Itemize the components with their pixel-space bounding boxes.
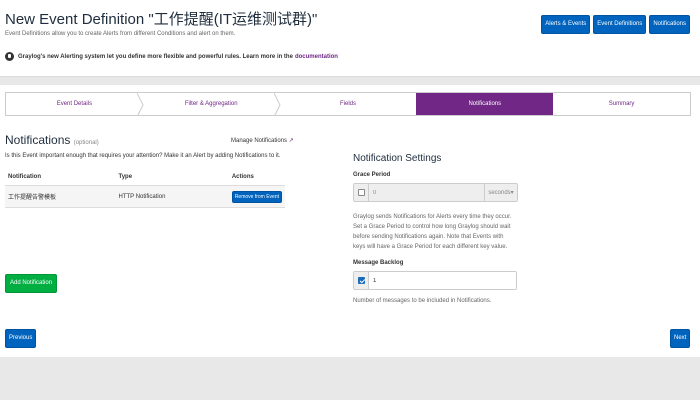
remove-from-event-button[interactable]: Remove from Event bbox=[231, 190, 282, 203]
notification-type: HTTP Notification bbox=[115, 185, 229, 208]
page-title: New Event Definition "工作提醒(IT运维测试群)" bbox=[5, 11, 318, 28]
notification-actions: Remove from Event bbox=[228, 185, 285, 208]
table-row: 工作提醒告警模板 HTTP Notification Remove from E… bbox=[5, 185, 285, 208]
wizard-step-label: Fields bbox=[339, 101, 356, 107]
next-button[interactable]: Next bbox=[670, 329, 691, 348]
wizard-step-filter-aggregation[interactable]: Filter & Aggregation bbox=[142, 93, 286, 115]
column-header-type: Type bbox=[118, 174, 133, 180]
manage-notifications-link[interactable]: Manage Notifications ↗ bbox=[231, 137, 294, 144]
notifications-description: Is this Event important enough that requ… bbox=[5, 153, 281, 159]
chevron-right-icon bbox=[547, 93, 554, 115]
grace-period-group: seconds ▾ bbox=[353, 183, 518, 202]
grace-period-label: Grace Period bbox=[353, 172, 391, 178]
notifications-button[interactable]: Notifications bbox=[649, 15, 690, 34]
page-subtitle: Event Definitions allow you to create Al… bbox=[5, 31, 236, 37]
chevron-right-icon bbox=[136, 93, 149, 115]
wizard-step-label: Event Details bbox=[56, 101, 93, 107]
message-backlog-help: Number of messages to be included in Not… bbox=[353, 298, 492, 304]
wizard-step-label: Filter & Aggregation bbox=[184, 101, 238, 107]
notifications-section: Notifications (optional) Manage Notifica… bbox=[5, 133, 294, 293]
wizard-step-fields[interactable]: Fields bbox=[279, 93, 417, 115]
wizard-steps: Event Details Filter & Aggregation Field… bbox=[5, 92, 691, 116]
grace-period-checkbox-addon bbox=[354, 184, 369, 201]
column-header-actions: Actions bbox=[231, 174, 254, 180]
info-text: Graylog's new Alerting system let you de… bbox=[18, 53, 293, 60]
settings-title: Notification Settings bbox=[353, 153, 442, 164]
grace-period-input[interactable] bbox=[369, 184, 484, 201]
external-link-icon: ↗ bbox=[288, 138, 294, 144]
wizard-card: Event Details Filter & Aggregation Field… bbox=[0, 85, 700, 357]
message-backlog-checkbox[interactable] bbox=[357, 277, 365, 284]
manage-link-text: Manage Notifications bbox=[231, 138, 288, 144]
grace-unit-text: seconds bbox=[488, 189, 511, 196]
wizard-step-notifications[interactable]: Notifications bbox=[416, 93, 554, 115]
wizard-step-event-details[interactable]: Event Details bbox=[6, 93, 149, 115]
alerts-events-button[interactable]: Alerts & Events bbox=[541, 15, 591, 34]
wizard-step-label: Summary bbox=[608, 101, 635, 107]
header-buttons: Alerts & Events Event Definitions Notifi… bbox=[541, 15, 690, 34]
caret-down-icon: ▾ bbox=[510, 190, 514, 196]
wizard-step-summary[interactable]: Summary bbox=[553, 93, 690, 115]
column-header-notification: Notification bbox=[8, 174, 41, 180]
message-backlog-group bbox=[353, 271, 517, 290]
notification-name: 工作提醒告警模板 bbox=[5, 185, 116, 208]
event-definitions-button[interactable]: Event Definitions bbox=[593, 15, 647, 34]
grace-period-checkbox[interactable] bbox=[357, 189, 365, 196]
notifications-table: Notification Type Actions 工作提醒告警模板 HTTP … bbox=[5, 169, 285, 208]
message-backlog-label: Message Backlog bbox=[353, 260, 404, 266]
documentation-link[interactable]: documentation bbox=[295, 54, 338, 60]
chevron-right-icon bbox=[273, 93, 286, 115]
previous-button[interactable]: Previous bbox=[5, 329, 37, 348]
optional-label: (optional) bbox=[73, 140, 99, 146]
section-heading: Notifications bbox=[5, 133, 71, 147]
add-notification-button[interactable]: Add Notification bbox=[5, 274, 58, 293]
message-backlog-input[interactable] bbox=[369, 272, 516, 289]
page-header: New Event Definition "工作提醒(IT运维测试群)" Eve… bbox=[0, 0, 700, 77]
info-banner: Graylog's new Alerting system let you de… bbox=[5, 52, 338, 61]
lightbulb-icon bbox=[5, 52, 14, 61]
message-backlog-checkbox-addon bbox=[354, 272, 369, 289]
notification-settings: Notification Settings Grace Period secon… bbox=[353, 153, 518, 306]
wizard-step-label: Notifications bbox=[468, 101, 502, 107]
grace-period-help: Graylog sends Notifications for Alerts e… bbox=[353, 214, 512, 250]
grace-period-unit-select[interactable]: seconds ▾ bbox=[484, 184, 517, 201]
